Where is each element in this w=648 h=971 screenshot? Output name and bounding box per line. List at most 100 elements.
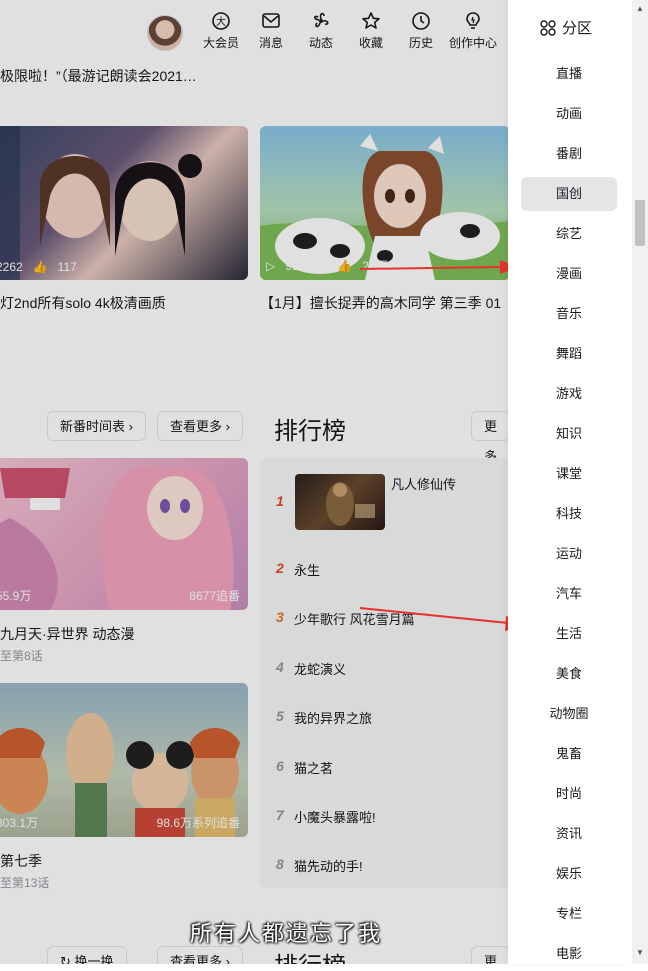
sidebar-item-20[interactable]: 娱乐 xyxy=(521,857,617,891)
anime-schedule-button[interactable]: 新番时间表 › xyxy=(47,411,146,441)
ranking-more-label: 更多 xyxy=(484,954,498,964)
nav-creator-label: 创作中心 xyxy=(448,36,497,50)
ranking-title: 排行榜 xyxy=(274,418,346,445)
anime-stats-2: 303.1万 xyxy=(0,814,38,831)
bulb-icon xyxy=(446,10,500,32)
sidebar-item-7[interactable]: 舞蹈 xyxy=(521,337,617,371)
sidebar-item-8[interactable]: 游戏 xyxy=(521,377,617,411)
grid-icon xyxy=(540,19,556,36)
nav-favorites-label: 收藏 xyxy=(358,36,383,50)
scroll-up-icon[interactable]: ▲ xyxy=(636,4,644,13)
sidebar-header: 分区 xyxy=(540,17,592,38)
main-page: 大 大会员 消息 动态 收藏 历史 创作中心 极限啦！”（最游记朗读会2021…… xyxy=(0,0,508,964)
play-icon: ▷ xyxy=(266,258,276,273)
video-title-1[interactable]: 灯2nd所有solo 4k极清画质 xyxy=(0,293,166,313)
rank-number: 4 xyxy=(276,659,284,675)
ranking-more-button-2[interactable]: 更多 xyxy=(471,946,508,964)
star-icon xyxy=(346,10,396,32)
fan-icon xyxy=(296,10,346,32)
sidebar-item-4[interactable]: 综艺 xyxy=(521,217,617,251)
ranking-list: 1 凡人修仙传 2 永生 3 少年歌行 风花雪月篇 4 龙蛇演义 5 我的异界之… xyxy=(260,458,508,888)
red-arrow-icon xyxy=(360,607,526,631)
anime-thumbnail-2[interactable]: 303.1万 98.6万系列追番 xyxy=(0,683,248,837)
ranking-cover-1 xyxy=(295,474,385,530)
sidebar-item-2[interactable]: 番剧 xyxy=(521,137,617,171)
video-title-2[interactable]: 【1月】擅长捉弄的高木同学 第三季 01 xyxy=(260,293,501,313)
truncated-video-title[interactable]: 极限啦！”（最游记朗读会2021… xyxy=(0,66,197,86)
ranking-title-2: 排行榜 xyxy=(274,946,346,964)
sidebar-item-0[interactable]: 直播 xyxy=(521,57,617,91)
sidebar-item-13[interactable]: 汽车 xyxy=(521,577,617,611)
sidebar-item-14[interactable]: 生活 xyxy=(521,617,617,651)
sidebar-item-3[interactable]: 国创 xyxy=(521,177,617,211)
header-nav: 大 大会员 消息 动态 收藏 历史 创作中心 xyxy=(196,10,500,51)
clock-icon xyxy=(396,10,446,32)
ranking-item-1[interactable]: 1 凡人修仙传 xyxy=(260,474,508,530)
follow-count: 8677追番 xyxy=(189,589,240,603)
view-count: 2262 xyxy=(0,260,23,274)
user-avatar[interactable] xyxy=(147,15,183,51)
view-more-button-2[interactable]: 查看更多 › xyxy=(157,946,243,964)
rank-name: 我的异界之旅 xyxy=(294,711,373,726)
sidebar-item-11[interactable]: 科技 xyxy=(521,497,617,531)
view-more-button[interactable]: 查看更多 › xyxy=(157,411,243,441)
sidebar-item-16[interactable]: 动物圈 xyxy=(521,697,617,731)
nav-message-label: 消息 xyxy=(258,36,283,50)
rank-number: 6 xyxy=(276,758,284,774)
nav-message[interactable]: 消息 xyxy=(246,10,296,51)
sidebar-item-5[interactable]: 漫画 xyxy=(521,257,617,291)
rank-name: 永生 xyxy=(294,563,321,578)
like-icon: 👍 xyxy=(337,258,353,273)
sidebar-item-6[interactable]: 音乐 xyxy=(521,297,617,331)
category-sidebar: 分区 直播动画番剧国创综艺漫画音乐舞蹈游戏知识课堂科技运动汽车生活美食动物圈鬼畜… xyxy=(508,0,632,964)
nav-vip-label: 大会员 xyxy=(202,36,239,50)
nav-creator[interactable]: 创作中心 xyxy=(446,10,500,51)
rank-name: 猫先动的手! xyxy=(294,859,363,874)
scroll-down-icon[interactable]: ▼ xyxy=(636,948,644,957)
rank-number: 8 xyxy=(276,856,284,872)
sidebar-item-9[interactable]: 知识 xyxy=(521,417,617,451)
anime-stats-1: 55.9万 xyxy=(0,587,31,604)
anime-episode-2: 至第13话 xyxy=(0,876,50,890)
rank-number: 7 xyxy=(276,807,284,823)
sidebar-item-21[interactable]: 专栏 xyxy=(521,897,617,931)
anime-title-1[interactable]: 九月天·异世界 动态漫 xyxy=(0,624,135,644)
follow-count: 98.6万系列追番 xyxy=(156,816,240,830)
rank-number: 2 xyxy=(276,560,284,576)
nav-history-label: 历史 xyxy=(408,36,433,50)
nav-favorites[interactable]: 收藏 xyxy=(346,10,396,51)
sidebar-item-10[interactable]: 课堂 xyxy=(521,457,617,491)
scrollbar[interactable]: ▲ ▼ xyxy=(632,0,648,964)
like-icon: 👍 xyxy=(32,260,48,274)
rank-number: 1 xyxy=(276,493,284,509)
view-count: 912.2万 xyxy=(285,259,328,273)
sidebar-item-18[interactable]: 时尚 xyxy=(521,777,617,811)
refresh-button[interactable]: ↻ 换一换 xyxy=(47,946,127,964)
sidebar-item-17[interactable]: 鬼畜 xyxy=(521,737,617,771)
scrollbar-thumb[interactable] xyxy=(635,200,645,246)
view-count: 303.1万 xyxy=(0,816,39,830)
svg-text:大: 大 xyxy=(216,15,226,28)
sidebar-item-1[interactable]: 动画 xyxy=(521,97,617,131)
concert-image xyxy=(0,126,202,280)
chevron-right-icon: › xyxy=(225,954,230,964)
rank-name: 小魔头暴露啦! xyxy=(294,810,376,825)
anime-title-2[interactable]: 第七季 xyxy=(0,851,42,871)
video-thumbnail-1[interactable]: 2262 👍 117 xyxy=(0,126,248,280)
refresh-label: 换一换 xyxy=(74,954,114,964)
nav-dynamic[interactable]: 动态 xyxy=(296,10,346,51)
nav-history[interactable]: 历史 xyxy=(396,10,446,51)
sidebar-item-12[interactable]: 运动 xyxy=(521,537,617,571)
anime-thumbnail-1[interactable]: 55.9万 8677追番 xyxy=(0,458,248,610)
like-count: 117 xyxy=(57,260,77,274)
ranking-more-button[interactable]: 更多 xyxy=(471,411,508,464)
sidebar-item-19[interactable]: 资讯 xyxy=(521,817,617,851)
video-subtitle: 所有人都遗忘了我 xyxy=(190,922,383,947)
nav-dynamic-label: 动态 xyxy=(308,36,333,50)
anime-episode-1: 至第8话 xyxy=(0,649,43,663)
sidebar-item-22[interactable]: 电影 xyxy=(521,937,617,971)
rank-name: 龙蛇演义 xyxy=(294,662,347,677)
nav-vip[interactable]: 大 大会员 xyxy=(196,10,246,51)
rank-number: 3 xyxy=(276,609,284,625)
sidebar-item-15[interactable]: 美食 xyxy=(521,657,617,691)
